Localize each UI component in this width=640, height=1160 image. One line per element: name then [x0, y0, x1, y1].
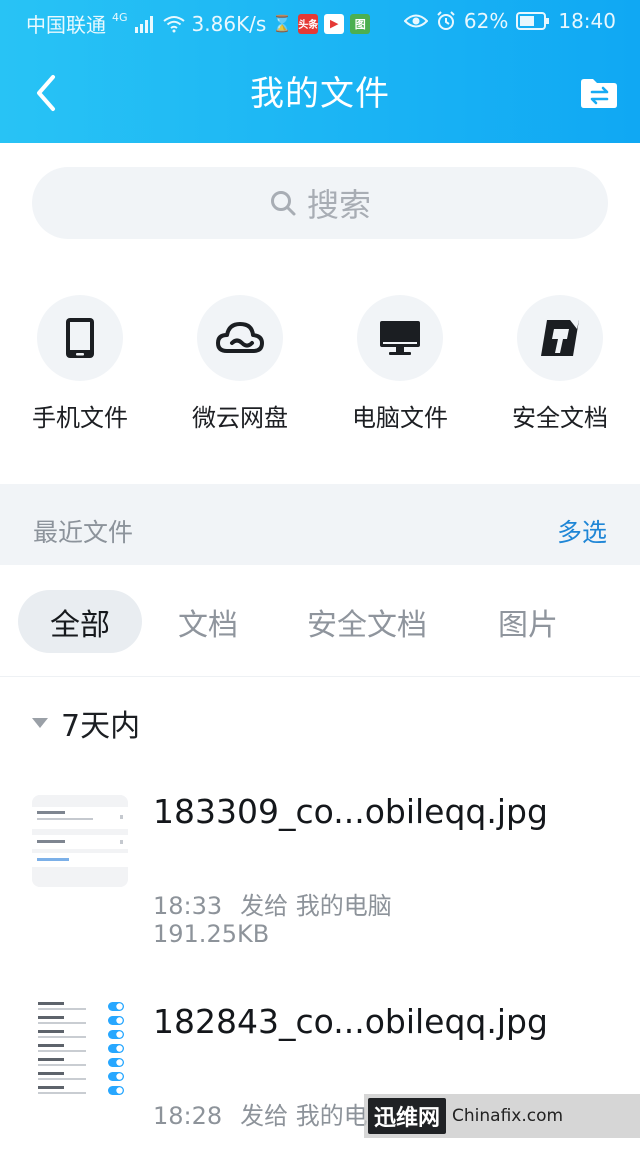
section-label: 7天内 — [61, 708, 141, 744]
file-size: 191.25KB — [153, 920, 270, 948]
search-placeholder: 搜索 — [306, 186, 371, 224]
battery-icon — [516, 11, 550, 31]
thumb-subtext-line — [38, 1036, 86, 1038]
search-icon — [270, 191, 296, 216]
folder-transfer-icon — [581, 79, 617, 108]
monitor-icon — [380, 321, 420, 355]
secure-doc-icon-container — [517, 295, 603, 381]
thumb-subtext-line — [38, 1050, 86, 1052]
file-name: 183309_co...obileqq.jpg — [153, 792, 548, 831]
thumb-text-line — [38, 1058, 64, 1061]
file-thumbnail — [32, 795, 128, 887]
thumb-text-line — [38, 1044, 64, 1047]
secure-doc-icon — [541, 320, 579, 356]
header-bar: 中国联通 4G 3.86K/s ⌛ 头条 ▶ 图 62% 18:40 我的文件 — [0, 0, 640, 143]
thumb-toggle-knob — [116, 1003, 123, 1010]
title-bar: 我的文件 — [0, 46, 640, 143]
hourglass-icon: ⌛ — [272, 14, 293, 33]
page-title: 我的文件 — [250, 74, 390, 114]
phone-icon-container — [37, 295, 123, 381]
network-speed: 3.86K/s — [191, 11, 267, 36]
toggles-screenshot-thumbnail — [32, 994, 128, 1104]
carrier-label: 中国联通 — [26, 13, 106, 37]
status-right-group: 62% 18:40 — [403, 9, 616, 33]
cloud-icon-container — [197, 295, 283, 381]
thumb-subtext-line — [38, 1022, 86, 1024]
quick-label-secure-docs: 安全文档 — [512, 404, 608, 432]
multi-select-button[interactable]: 多选 — [557, 484, 607, 582]
thumb-text-line — [38, 1002, 64, 1005]
file-destination: 发给 我的电脑 — [240, 892, 392, 920]
thumb-toggle-knob — [116, 1059, 123, 1066]
file-send-info: 18:28 发给 我的电脑 — [153, 1096, 392, 1131]
status-left-group: 中国联通 4G 3.86K/s ⌛ 头条 ▶ 图 — [26, 9, 371, 38]
alarm-icon — [436, 11, 456, 31]
tabs-divider — [0, 676, 640, 677]
quick-item-phone-files[interactable]: 手机文件 — [5, 295, 155, 433]
video-app-icon: ▶ — [324, 13, 345, 34]
thumb-subtext-line — [38, 1064, 86, 1066]
quick-item-weiyun[interactable]: 微云网盘 — [165, 295, 315, 433]
chevron-left-icon — [37, 75, 55, 111]
thumb-subtext-line — [38, 1092, 86, 1094]
signal-icon — [134, 14, 156, 34]
monitor-icon-container — [357, 295, 443, 381]
toutiao-app-icon: 头条 — [298, 13, 319, 34]
tab-images[interactable]: 图片 — [480, 590, 576, 653]
network-label: 4G — [112, 11, 128, 24]
quick-item-secure-docs[interactable]: 安全文档 — [485, 295, 635, 433]
file-row[interactable]: 183309_co...obileqq.jpg 18:33 发给 我的电脑 191… — [0, 780, 640, 950]
thumb-toggle-knob — [116, 1087, 123, 1094]
section-7days-header[interactable]: 7天内 — [31, 700, 140, 745]
search-bar[interactable]: 搜索 — [32, 167, 608, 239]
battery-percent: 62% — [463, 9, 509, 33]
back-button[interactable] — [28, 70, 64, 116]
status-bar: 中国联通 4G 3.86K/s ⌛ 头条 ▶ 图 62% 18:40 — [0, 0, 640, 46]
wifi-icon — [162, 14, 186, 34]
file-time: 18:28 — [153, 1102, 223, 1130]
quick-label-pc-files: 电脑文件 — [352, 404, 448, 432]
quick-access-row: 手机文件 微云网盘 电脑文件 安全文档 — [0, 295, 640, 450]
thumb-toggle-knob — [116, 1031, 123, 1038]
reader-app-icon: 图 — [350, 13, 371, 34]
tab-all[interactable]: 全部 — [18, 590, 142, 653]
file-send-info: 18:33 发给 我的电脑 — [153, 886, 392, 921]
file-time: 18:33 — [153, 892, 223, 920]
recent-files-title: 最近文件 — [33, 518, 134, 547]
phone-icon — [66, 318, 94, 358]
recent-files-bar: 最近文件 多选 — [0, 484, 640, 565]
file-type-tabs: 全部 文档 安全文档 图片 — [0, 587, 640, 657]
watermark-text: Chinafix.com — [452, 1106, 564, 1126]
file-transfer-button[interactable] — [580, 76, 618, 110]
thumb-text-line — [38, 1016, 64, 1019]
thumb-subtext-line — [38, 1008, 86, 1010]
thumb-text-line — [38, 1072, 64, 1075]
cloud-icon — [216, 322, 264, 353]
quick-label-phone-files: 手机文件 — [32, 404, 128, 432]
quick-label-weiyun: 微云网盘 — [192, 404, 288, 432]
settings-screenshot-thumbnail — [32, 795, 128, 887]
thumb-toggle-knob — [116, 1017, 123, 1024]
file-name: 182843_co...obileqq.jpg — [153, 1002, 548, 1041]
file-thumbnail — [32, 994, 128, 1104]
watermark: 迅维网 Chinafix.com — [364, 1094, 640, 1138]
thumb-subtext-line — [38, 1078, 86, 1080]
thumb-toggle-knob — [116, 1073, 123, 1080]
caret-down-icon — [32, 717, 48, 728]
tab-documents[interactable]: 文档 — [160, 590, 256, 653]
thumb-text-line — [38, 1030, 64, 1033]
clock-time: 18:40 — [558, 9, 616, 33]
eye-icon — [403, 11, 428, 31]
thumb-text-line — [38, 1086, 64, 1089]
thumb-toggle-knob — [116, 1045, 123, 1052]
watermark-logo: 迅维网 — [368, 1098, 447, 1134]
quick-item-pc-files[interactable]: 电脑文件 — [325, 295, 475, 433]
tab-secure-documents[interactable]: 安全文档 — [290, 590, 444, 653]
